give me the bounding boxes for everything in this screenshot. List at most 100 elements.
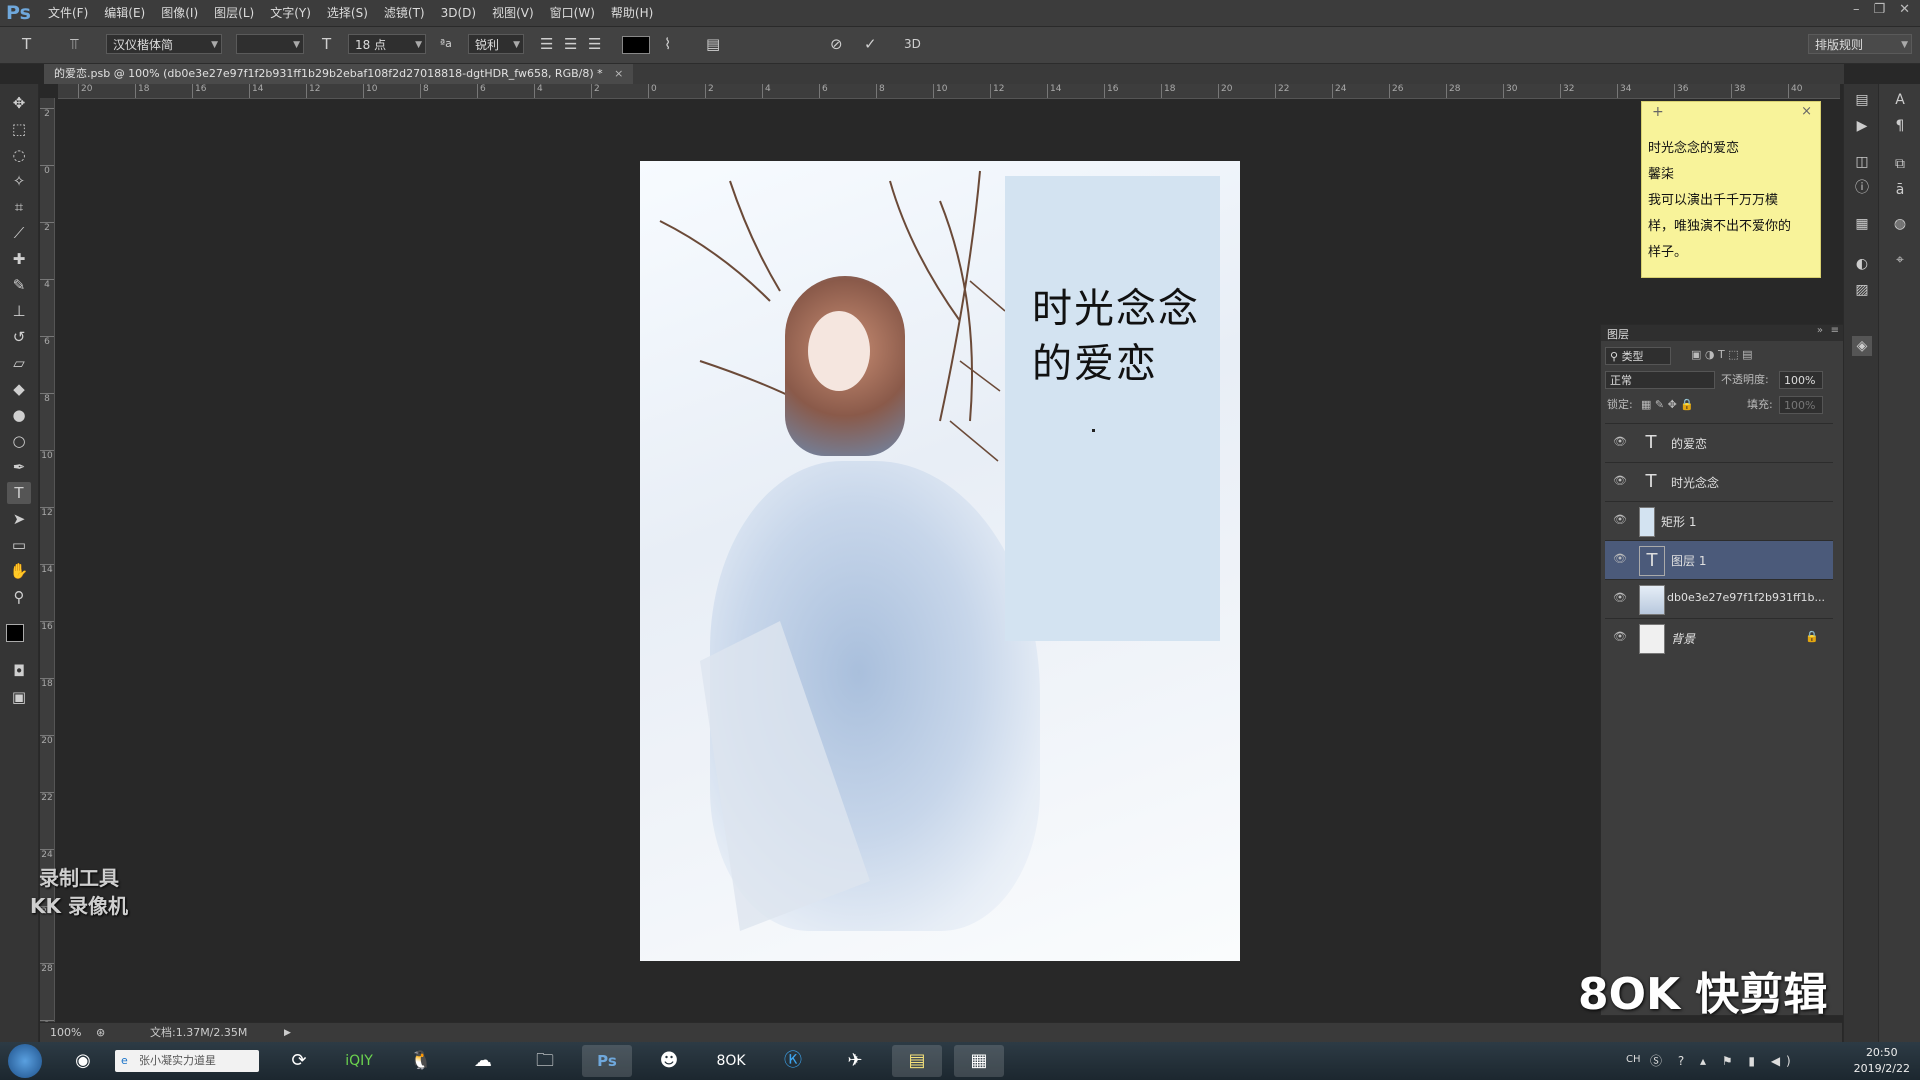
color-panel-icon[interactable]: ◐ <box>1852 254 1872 274</box>
swatches-panel-icon[interactable]: ▦ <box>1852 214 1872 234</box>
zoom-tool-icon[interactable]: ⚲ <box>7 586 31 608</box>
type-tool-icon[interactable]: T <box>7 482 31 504</box>
canvas-title-line1[interactable]: 时光念念 <box>1032 276 1200 334</box>
hand-tool-icon[interactable]: ✋ <box>7 560 31 582</box>
toggle-orientation-icon[interactable]: ⫪ <box>70 35 78 53</box>
language-indicator[interactable]: CH <box>1626 1054 1641 1065</box>
status-info-icon[interactable]: ⊛ <box>96 1023 105 1043</box>
menu-window[interactable]: 窗口(W) <box>542 0 603 26</box>
eye-icon[interactable]: 👁 <box>1613 591 1627 604</box>
menu-3d[interactable]: 3D(D) <box>433 0 484 26</box>
lasso-tool-icon[interactable]: ◌ <box>7 144 31 166</box>
zoom-level[interactable]: 100% <box>50 1023 81 1043</box>
clone-source-icon[interactable]: ⧉ <box>1890 154 1910 174</box>
eye-icon[interactable]: 👁 <box>1613 474 1627 487</box>
text-color-swatch[interactable] <box>622 36 650 54</box>
close-icon[interactable]: ✕ <box>1899 2 1910 17</box>
path-selection-tool-icon[interactable]: ➤ <box>7 508 31 530</box>
fill-input[interactable]: 100% <box>1779 396 1823 414</box>
lock-icons[interactable]: ▦ ✎ ✥ 🔒 <box>1641 395 1694 415</box>
eraser-tool-icon[interactable]: ▱ <box>7 352 31 374</box>
menu-layer[interactable]: 图层(L) <box>206 0 262 26</box>
align-right-icon[interactable]: ☰ <box>588 35 601 53</box>
antialias-select[interactable]: 锐利 ▼ <box>468 34 524 54</box>
magic-wand-tool-icon[interactable]: ✧ <box>7 170 31 192</box>
check-icon[interactable]: ✓ <box>864 35 877 53</box>
font-style-select[interactable]: ▼ <box>236 34 304 54</box>
collapse-icon[interactable]: » <box>1817 325 1823 336</box>
restore-icon[interactable]: ❐ <box>1873 2 1885 17</box>
status-menu-arrow-icon[interactable]: ▶ <box>284 1023 291 1043</box>
explorer-icon[interactable]: 🗀 <box>520 1045 570 1077</box>
glyphs-panel-icon[interactable]: ā <box>1890 180 1910 200</box>
start-button[interactable] <box>8 1044 42 1078</box>
healing-brush-tool-icon[interactable]: ✚ <box>7 248 31 270</box>
clock[interactable]: 20:50 2019/2/22 <box>1854 1045 1910 1077</box>
note-text[interactable]: 时光念念的爱恋 馨柒 我可以演出千千万万模 样，唯独演不出不爱你的 样子。 <box>1648 136 1816 266</box>
paper-plane-icon[interactable]: ✈ <box>830 1045 880 1077</box>
blend-mode-select[interactable]: 正常 <box>1605 371 1715 389</box>
menu-select[interactable]: 选择(S) <box>319 0 376 26</box>
document-tab[interactable]: 的爱恋.psb @ 100% (db0e3e27e97f1f2b931ff1b2… <box>44 64 634 84</box>
font-family-select[interactable]: 汉仪楷体简 ▼ <box>106 34 222 54</box>
canvas-title-line2[interactable]: 的爱恋 <box>1032 331 1158 389</box>
sticky-note[interactable]: + × 时光念念的爱恋 馨柒 我可以演出千千万万模 样，唯独演不出不爱你的 样子… <box>1641 101 1821 278</box>
stamp-tool-icon[interactable]: ⊥ <box>7 300 31 322</box>
k-icon[interactable]: Ⓚ <box>768 1045 818 1077</box>
layers-panel-icon[interactable]: ◈ <box>1852 336 1872 356</box>
adjustments-panel-icon[interactable]: ◫ <box>1852 152 1872 172</box>
rectangle-tool-icon[interactable]: ▭ <box>7 534 31 556</box>
menu-image[interactable]: 图像(I) <box>153 0 206 26</box>
qq-icon[interactable]: 🐧 <box>396 1045 446 1077</box>
history-brush-tool-icon[interactable]: ↺ <box>7 326 31 348</box>
brush-tool-icon[interactable]: ✎ <box>7 274 31 296</box>
paint-bucket-tool-icon[interactable]: ◆ <box>7 378 31 400</box>
menu-help[interactable]: 帮助(H) <box>603 0 661 26</box>
tab-close-icon[interactable]: × <box>614 67 623 80</box>
actions-panel-icon[interactable]: ▶ <box>1852 116 1872 136</box>
document-canvas[interactable]: 时光念念 的爱恋 <box>640 161 1240 961</box>
layer-row[interactable]: 👁 背景 🔒 <box>1605 618 1833 657</box>
browser-icon[interactable]: ⟳ <box>274 1045 324 1077</box>
crop-tool-icon[interactable]: ⌗ <box>7 196 31 218</box>
history-panel-icon[interactable]: ▤ <box>1852 90 1872 110</box>
layer-row[interactable]: 👁 T 的爱恋 <box>1605 423 1833 462</box>
kuaijianji-icon[interactable]: 8OK <box>706 1045 756 1077</box>
note-add-icon[interactable]: + <box>1652 104 1664 120</box>
3d-button[interactable]: 3D <box>904 35 921 53</box>
menu-file[interactable]: 文件(F) <box>40 0 96 26</box>
move-tool-icon[interactable]: ✥ <box>7 92 31 114</box>
character-panel-icon[interactable]: ▤ <box>706 35 720 53</box>
screen-mode-icon[interactable]: ▣ <box>7 686 31 708</box>
quick-mask-icon[interactable]: ◘ <box>7 660 31 682</box>
paragraph-panel-icon[interactable]: ¶ <box>1890 116 1910 136</box>
character-panel-icon[interactable]: A <box>1890 90 1910 110</box>
eye-icon[interactable]: 👁 <box>1613 435 1627 448</box>
eye-icon[interactable]: 👁 <box>1613 630 1627 643</box>
layer-filter-select[interactable]: ⚲ 类型 <box>1605 347 1671 365</box>
layer-row[interactable]: 👁 矩形 1 <box>1605 501 1833 540</box>
minimize-icon[interactable]: – <box>1853 2 1860 17</box>
filter-pixel-icon[interactable]: ▣ ◑ T ⬚ ▤ <box>1691 345 1752 365</box>
paths-panel-icon[interactable]: ⌖ <box>1890 250 1910 270</box>
pen-tool-icon[interactable]: ✒ <box>7 456 31 478</box>
eye-icon[interactable]: 👁 <box>1613 552 1627 565</box>
align-left-icon[interactable]: ☰ <box>540 35 553 53</box>
layer-row[interactable]: 👁 db0e3e27e97f1f2b931ff1b... <box>1605 579 1833 618</box>
menu-edit[interactable]: 编辑(E) <box>96 0 153 26</box>
layers-panel-title[interactable]: 图层 <box>1607 326 1629 342</box>
align-center-icon[interactable]: ☰ <box>564 35 577 53</box>
type-tool-icon[interactable]: T <box>22 35 31 53</box>
eye-icon[interactable]: 👁 <box>1613 513 1627 526</box>
warp-text-icon[interactable]: ⌇ <box>664 35 671 53</box>
panel-menu-icon[interactable]: ≡ <box>1831 325 1839 336</box>
control-panel-icon[interactable]: ▦ <box>954 1045 1004 1077</box>
note-close-icon[interactable]: × <box>1801 104 1812 119</box>
baidu-cloud-icon[interactable]: ☁ <box>458 1045 508 1077</box>
iqiyi-icon[interactable]: iQIY <box>334 1045 384 1077</box>
layer-row-selected[interactable]: 👁 T 图层 1 <box>1605 540 1833 579</box>
dodge-tool-icon[interactable]: ○ <box>7 430 31 452</box>
opacity-input[interactable]: 100% <box>1779 371 1823 389</box>
foreground-color-swatch[interactable] <box>6 624 24 642</box>
photoshop-icon[interactable]: Ps <box>582 1045 632 1077</box>
